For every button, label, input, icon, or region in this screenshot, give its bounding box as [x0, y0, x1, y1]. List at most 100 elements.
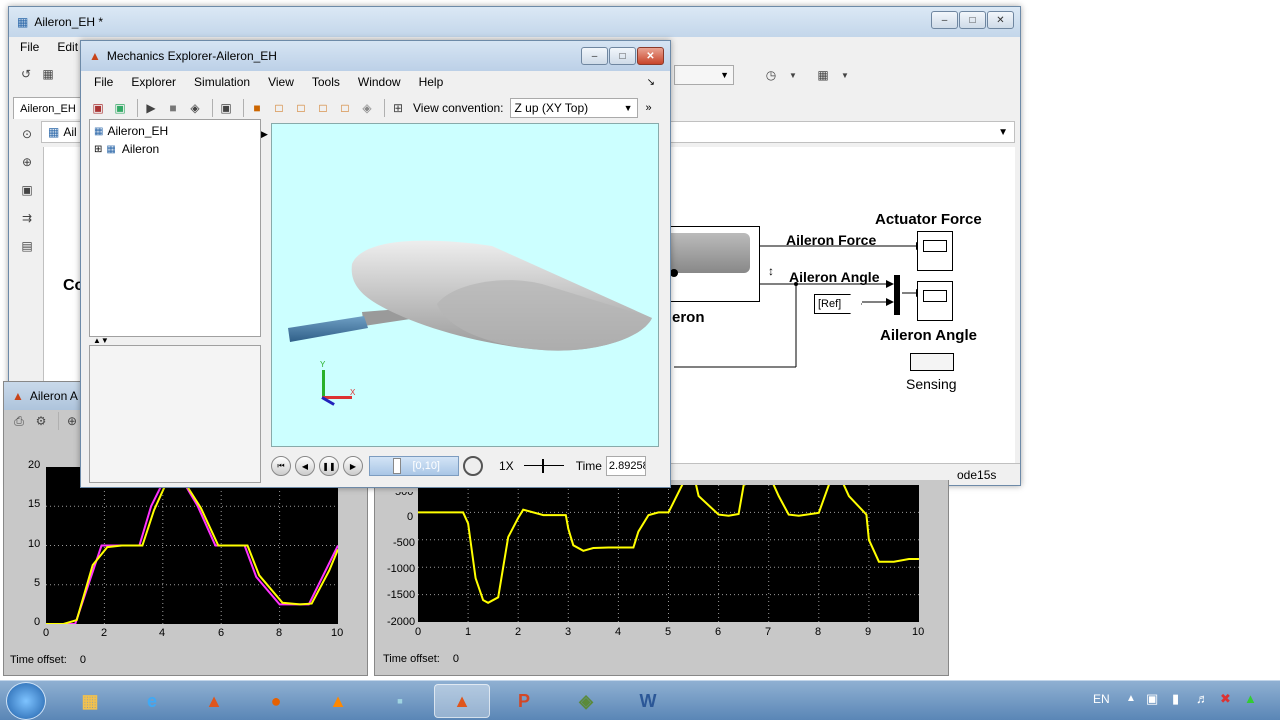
taskbar-powerpoint-button[interactable]: P	[496, 684, 552, 718]
aileron-angle-scope-title: Aileron Angle	[880, 327, 977, 344]
menu-file[interactable]: File	[11, 40, 48, 54]
actuator-force-scope-block[interactable]	[917, 231, 953, 271]
annotation-icon[interactable]: ▤	[18, 237, 36, 255]
play-icon[interactable]: ▶	[142, 99, 160, 117]
close-button[interactable]: ✕	[987, 11, 1014, 29]
aileron-subsystem-block[interactable]	[666, 226, 760, 302]
menu-window[interactable]: Window	[349, 75, 410, 89]
clock-icon[interactable]: ◷	[762, 66, 780, 84]
tray-drive-icon[interactable]: ▲	[1244, 691, 1257, 706]
sensing-block[interactable]	[910, 353, 954, 371]
minimize-button[interactable]: –	[581, 47, 608, 65]
tray-network-icon[interactable]: ▣	[1146, 691, 1158, 707]
dropdown-arrow-icon[interactable]: ▼	[784, 66, 802, 84]
view-iso-icon[interactable]: ◈	[358, 99, 376, 117]
tray-signal-icon[interactable]: ▮	[1172, 691, 1179, 707]
view-bottom-icon[interactable]: □	[314, 99, 332, 117]
tree-child-aileron[interactable]: ⊞ ▦ Aileron	[94, 142, 159, 156]
zoom-in-icon[interactable]: ⊕	[18, 153, 36, 171]
taskbar-firefox-button[interactable]: ●	[248, 684, 304, 718]
dropdown-arrow-icon-2[interactable]: ▼	[836, 66, 854, 84]
loop-button[interactable]	[463, 456, 483, 476]
expand-icon[interactable]: ⊞	[94, 144, 102, 155]
breadcrumb-dropdown-icon[interactable]: ▼	[998, 127, 1008, 138]
split-view-icon[interactable]: ⊞	[389, 99, 407, 117]
ref-goto-block[interactable]: [Ref]	[814, 294, 862, 314]
taskbar-vlc-button[interactable]: ▲	[310, 684, 366, 718]
rewind-button[interactable]: ⏮	[271, 456, 291, 476]
close-button[interactable]: ✕	[637, 47, 664, 65]
settings-icon[interactable]: ⚙	[32, 412, 50, 430]
series-line-1	[46, 469, 339, 625]
scope-left-plot[interactable]	[46, 465, 339, 625]
tray-expand-icon[interactable]: ▲	[1126, 693, 1136, 704]
redo-icon[interactable]: ↺	[17, 65, 35, 83]
speed-slider[interactable]	[523, 456, 564, 476]
aileron-subsystem-label: eron	[672, 309, 705, 326]
back-icon[interactable]: ⊙	[18, 125, 36, 143]
scope-left-chart	[46, 465, 339, 625]
maximize-button[interactable]: □	[959, 11, 986, 29]
stop-icon[interactable]: ■	[164, 99, 182, 117]
mechanics-toolbar: ▣ ▣ ▶ ■ ◈ ▣ ■ □ □ □ □ ◈ ⊞ View conventio…	[89, 97, 669, 119]
tree-root[interactable]: ▦ Aileron_EH	[94, 124, 168, 138]
view-top-icon[interactable]: □	[292, 99, 310, 117]
simulink-title: Aileron_EH *	[34, 15, 104, 29]
maximize-button[interactable]: □	[609, 47, 636, 65]
grid-icon[interactable]: ▦	[39, 65, 57, 83]
print-icon[interactable]: ⎙	[10, 412, 28, 430]
menu-help[interactable]: Help	[410, 75, 453, 89]
save-icon[interactable]: ▣	[111, 99, 129, 117]
tree-splitter[interactable]: ▲▼	[89, 337, 261, 345]
time-field[interactable]: 2.89258	[605, 456, 646, 476]
undock-icon[interactable]: ↘	[638, 77, 664, 88]
view-front-icon[interactable]: ■	[248, 99, 266, 117]
stop-time-dropdown[interactable]: ▼	[674, 65, 734, 85]
tray-volume-icon[interactable]: ♬	[1196, 691, 1209, 706]
pause-button[interactable]: ❚❚	[319, 456, 339, 476]
taskbar-simscape-button[interactable]: ◈	[558, 684, 614, 718]
tray-alert-icon[interactable]: ✖	[1220, 691, 1231, 707]
step-forward-button[interactable]: ▶	[343, 456, 363, 476]
aileron-angle-scope-block[interactable]	[917, 281, 953, 321]
scope-right-plot[interactable]	[418, 472, 919, 622]
menu-simulation[interactable]: Simulation	[185, 75, 259, 89]
panel-collapse-handle[interactable]: ▶	[261, 129, 268, 140]
step-back-button[interactable]: ◀	[295, 456, 315, 476]
view-convention-select[interactable]: Z up (XY Top) ▼	[509, 98, 638, 118]
menu-file[interactable]: File	[85, 75, 122, 89]
breadcrumb[interactable]: Ail	[63, 125, 76, 139]
ytick-label: -2000	[387, 616, 416, 628]
slider-thumb[interactable]	[393, 458, 401, 474]
mux-block[interactable]	[894, 275, 900, 315]
taskbar-notepad-button[interactable]: ▪	[372, 684, 428, 718]
time-slider[interactable]: [0,10]	[369, 456, 459, 476]
toolbar-overflow-icon[interactable]: »	[646, 102, 652, 114]
fit-view-icon[interactable]: ▣	[217, 99, 235, 117]
taskbar-explorer-button[interactable]: ▦	[62, 684, 118, 718]
taskbar-word-button[interactable]: W	[620, 684, 676, 718]
simulink-titlebar[interactable]: ▦ Aileron_EH * – □ ✕	[9, 7, 1020, 37]
menu-explorer[interactable]: Explorer	[122, 75, 185, 89]
fit-view-icon[interactable]: ▣	[18, 181, 36, 199]
minimize-button[interactable]: –	[931, 11, 958, 29]
start-button[interactable]	[6, 682, 46, 720]
language-indicator[interactable]: EN	[1093, 692, 1110, 706]
model-tab[interactable]: Aileron_EH	[13, 97, 83, 119]
view-back-icon[interactable]: □	[270, 99, 288, 117]
menu-tools[interactable]: Tools	[303, 75, 349, 89]
mechanics-titlebar[interactable]: ▲ Mechanics Explorer-Aileron_EH – □ ✕	[81, 41, 670, 71]
menu-view[interactable]: View	[259, 75, 303, 89]
palette-column: ⊙ ⊕ ▣ ⇉ ▤	[15, 123, 39, 343]
taskbar-matlab-active-button[interactable]: ▲	[434, 684, 490, 718]
zoom-icon[interactable]: ⊕	[63, 412, 81, 430]
library-grid-icon[interactable]: ▦	[814, 66, 832, 84]
view-side-icon[interactable]: □	[336, 99, 354, 117]
layers-icon[interactable]: ◈	[186, 99, 204, 117]
explorer-icon[interactable]: ▣	[89, 99, 107, 117]
arrow-right-icon[interactable]: ⇉	[18, 209, 36, 227]
3d-viewport[interactable]: Y X	[271, 123, 659, 447]
matlab-icon: ▲	[12, 389, 24, 403]
taskbar-ie-button[interactable]: e	[124, 684, 180, 718]
taskbar-matlab-button[interactable]: ▲	[186, 684, 242, 718]
